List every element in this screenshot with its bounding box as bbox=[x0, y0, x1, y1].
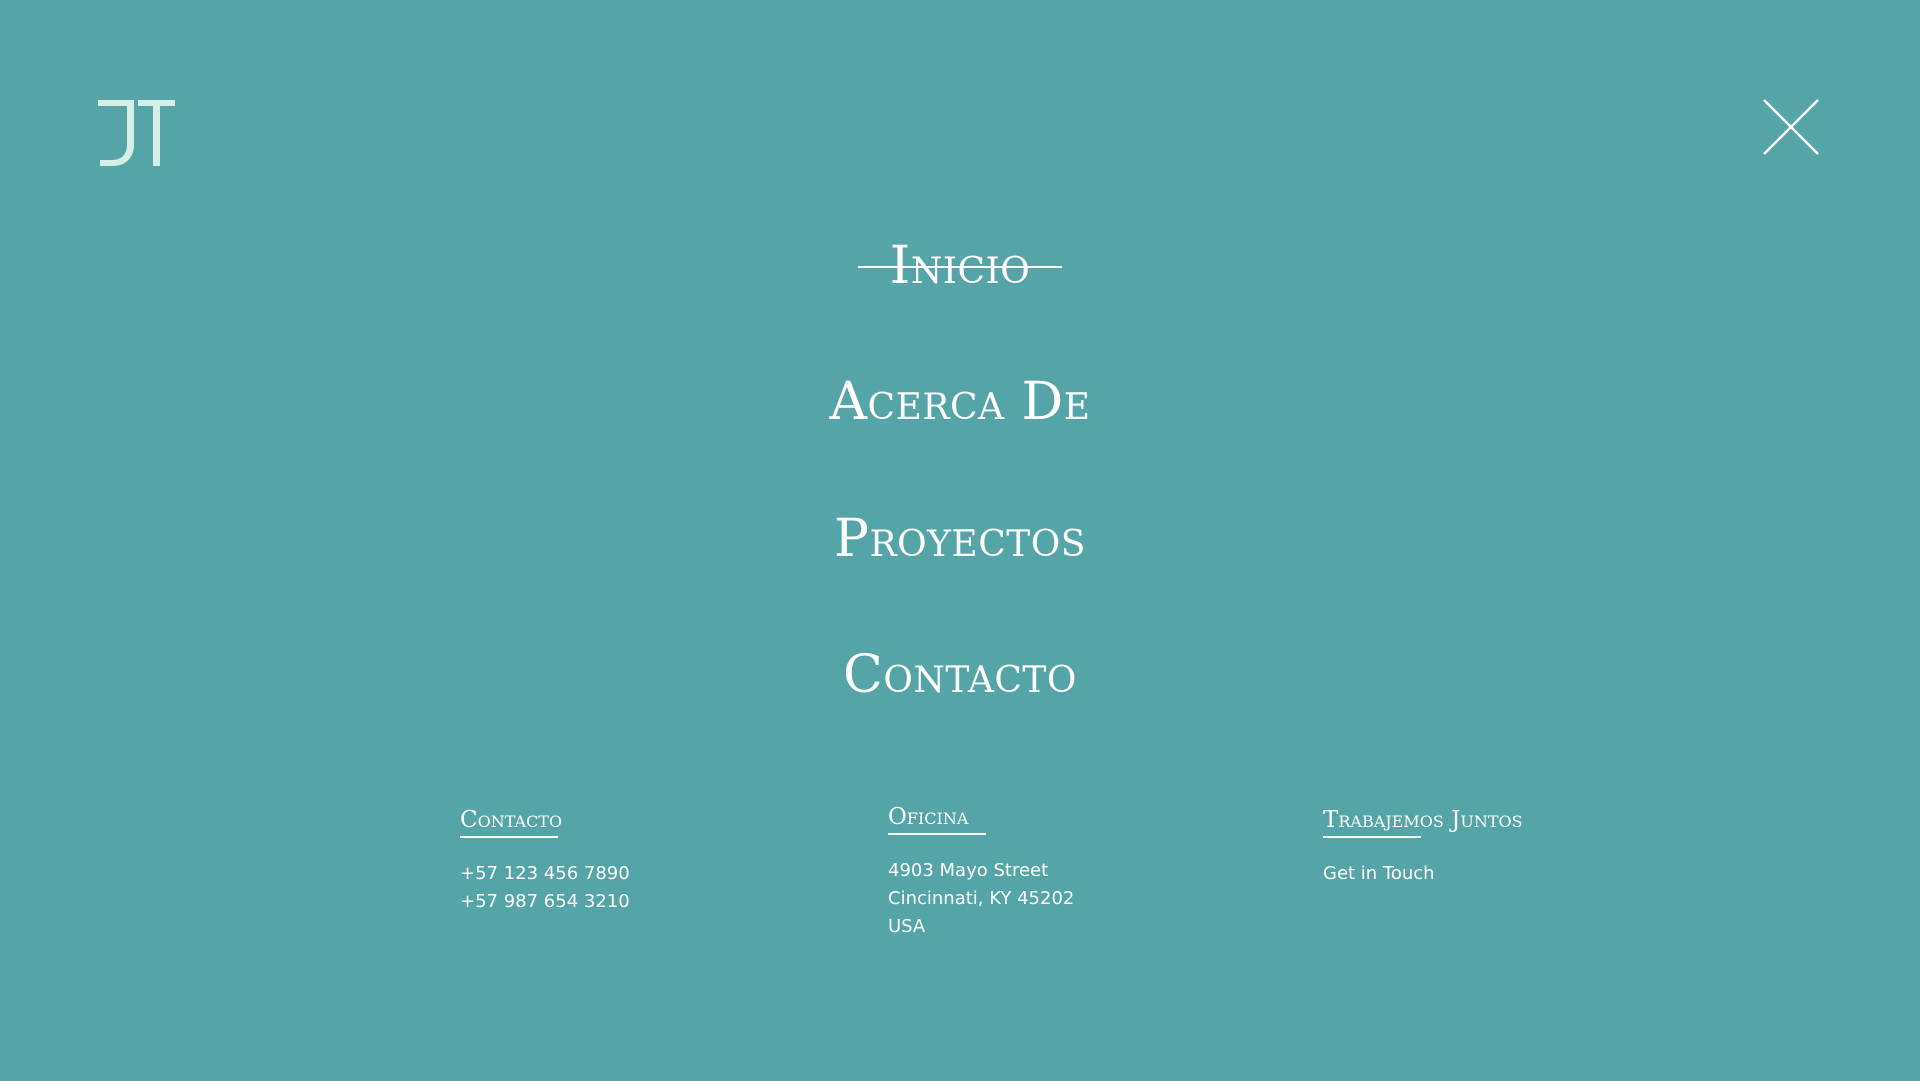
get-in-touch-link[interactable]: Get in Touch bbox=[1323, 860, 1523, 888]
nav-item-acerca-de[interactable]: Acerca De bbox=[0, 372, 1920, 432]
nav-item-proyectos[interactable]: Proyectos bbox=[0, 509, 1920, 569]
footer-contact-section: Contacto +57 123 456 7890 +57 987 654 32… bbox=[460, 806, 630, 916]
nav-item-label: Acerca De bbox=[829, 372, 1091, 432]
phone-number[interactable]: +57 123 456 7890 bbox=[460, 860, 630, 888]
phone-number[interactable]: +57 987 654 3210 bbox=[460, 888, 630, 916]
nav-item-label: Inicio bbox=[857, 236, 1062, 296]
nav-item-label: Proyectos bbox=[834, 509, 1086, 569]
nav-item-label: Contacto bbox=[843, 645, 1077, 705]
close-icon bbox=[1763, 99, 1819, 155]
footer-work-together-section: Trabajemos Juntos Get in Touch bbox=[1323, 806, 1523, 888]
address-line: Cincinnati, KY 45202 bbox=[888, 888, 1075, 909]
address-line: 4903 Mayo Street bbox=[888, 860, 1049, 881]
nav-item-inicio[interactable]: Inicio bbox=[0, 236, 1920, 296]
footer-contact-heading: Contacto bbox=[460, 806, 562, 838]
nav-item-contacto[interactable]: Contacto bbox=[0, 645, 1920, 705]
logo-mark-icon bbox=[98, 100, 175, 166]
close-menu-button[interactable] bbox=[1762, 98, 1820, 156]
footer-work-together-heading: Trabajemos Juntos bbox=[1323, 806, 1523, 838]
logo[interactable] bbox=[98, 98, 176, 168]
address-line: USA bbox=[888, 916, 926, 937]
footer-office-section: Oficina 4903 Mayo Street Cincinnati, KY … bbox=[888, 803, 1074, 941]
footer-office-heading: Oficina bbox=[888, 803, 987, 835]
